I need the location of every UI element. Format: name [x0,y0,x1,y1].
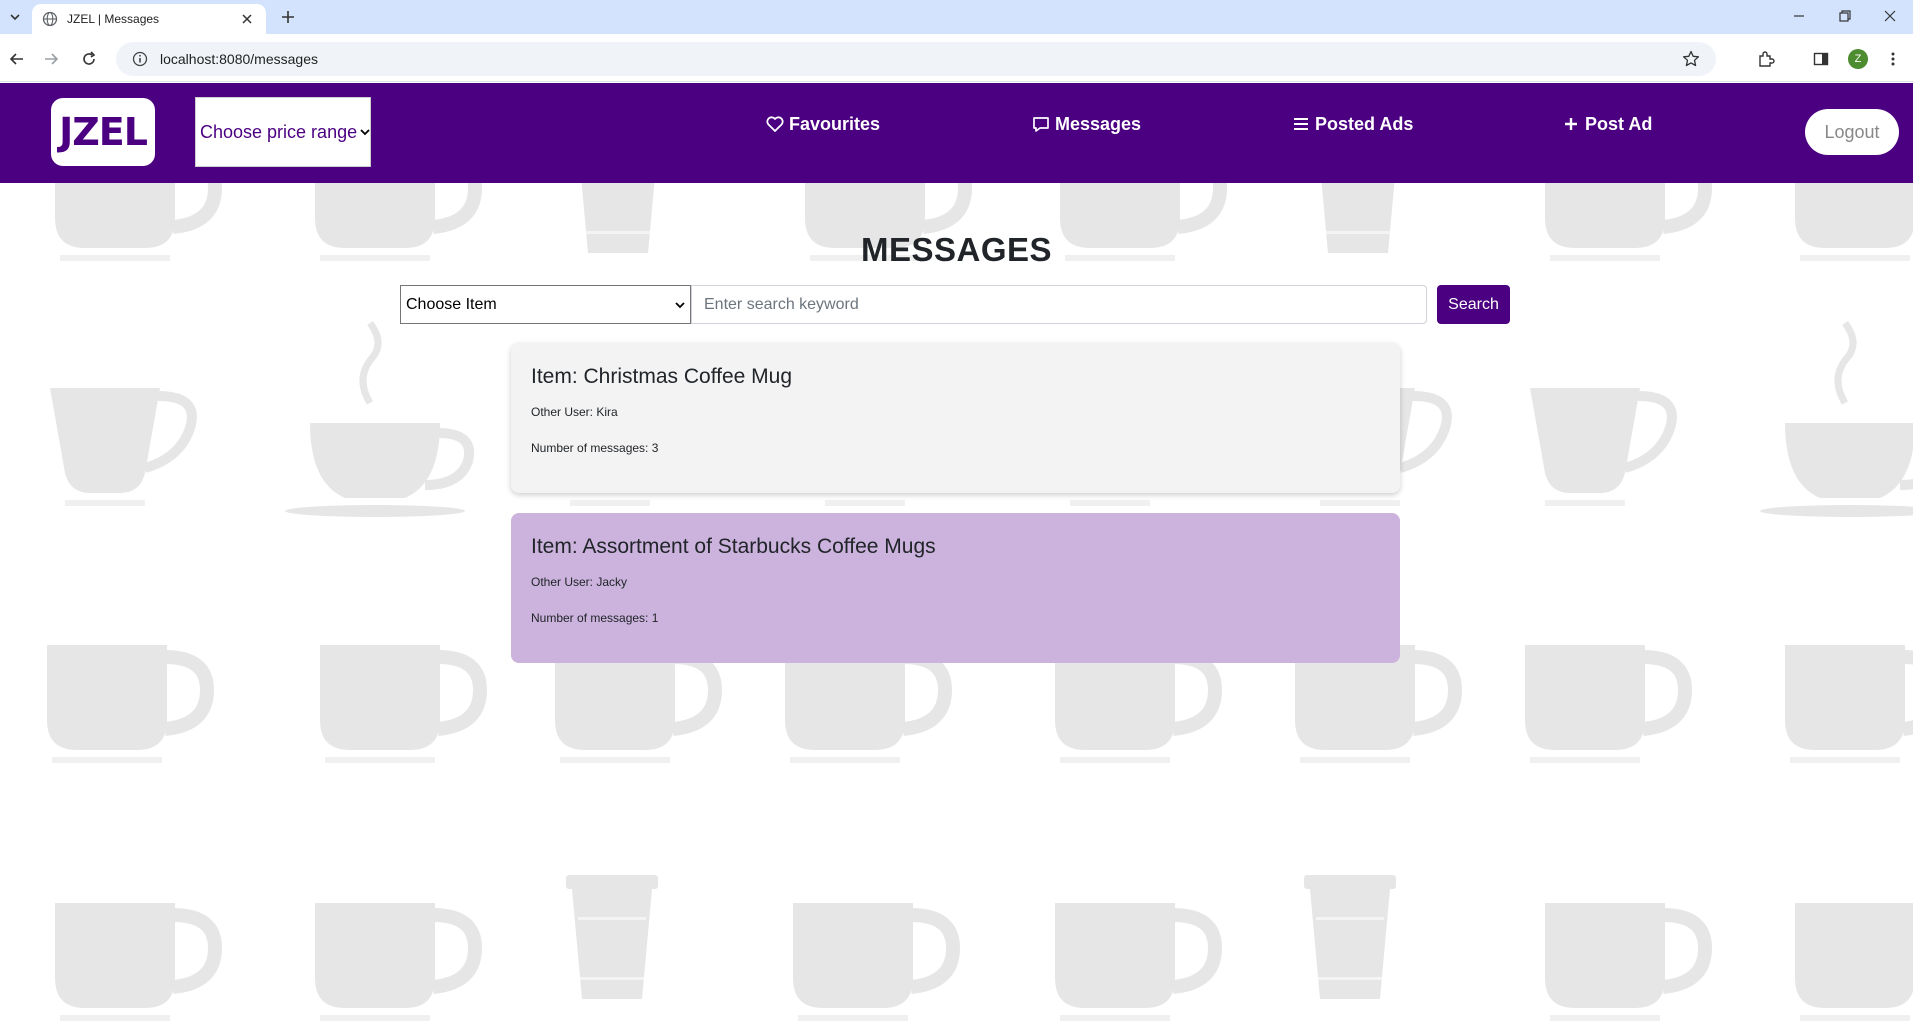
conversation-card-highlighted[interactable]: Item: Assortment of Starbucks Coffee Mug… [511,513,1400,663]
nav-posted-ads-label: Posted Ads [1315,113,1414,134]
bookmark-star-icon[interactable] [1680,48,1702,70]
list-icon [1291,114,1311,134]
nav-posted-ads[interactable]: Posted Ads [1291,112,1413,136]
nav-messages[interactable]: Messages [1031,112,1141,136]
chevron-down-icon [675,296,685,314]
item-select-value: Choose Item [406,295,497,313]
reload-icon[interactable] [76,46,102,72]
minimize-icon[interactable] [1785,4,1813,28]
search-button[interactable]: Search [1437,285,1510,324]
back-icon[interactable] [4,46,30,72]
extensions-icon[interactable] [1753,46,1779,72]
search-input[interactable]: Enter search keyword [691,285,1427,324]
site-navbar: JZEL Choose price range Favourites Messa… [0,83,1913,183]
window-close-icon[interactable] [1876,4,1904,28]
nav-favourites-label: Favourites [789,113,881,134]
conversation-other-user: Other User: Kira [531,405,618,419]
nav-post-ad[interactable]: Post Ad [1561,112,1652,136]
browser-tabstrip: JZEL | Messages [0,0,1913,34]
browser-toolbar: localhost:8080/messages Z [0,34,1913,82]
browser-tab[interactable]: JZEL | Messages [32,4,266,34]
chevron-down-icon [360,128,370,136]
nav-messages-label: Messages [1055,113,1142,134]
site-logo[interactable]: JZEL [51,98,155,166]
conversation-item-title: Item: Assortment of Starbucks Coffee Mug… [531,535,936,558]
new-tab-icon[interactable] [276,5,300,29]
address-bar[interactable]: localhost:8080/messages [116,42,1716,76]
tab-title: JZEL | Messages [67,12,160,26]
menu-dots-icon[interactable] [1880,46,1906,72]
side-panel-icon[interactable] [1808,46,1834,72]
globe-icon [42,11,58,27]
logout-button[interactable]: Logout [1805,109,1899,155]
page-viewport: JZEL Choose price range Favourites Messa… [0,83,1913,1035]
conversation-message-count: Number of messages: 1 [531,611,659,625]
close-icon[interactable] [238,10,256,28]
conversation-item-title: Item: Christmas Coffee Mug [531,365,793,388]
tab-search-icon[interactable] [4,6,26,28]
search-placeholder: Enter search keyword [704,295,859,313]
url-text: localhost:8080/messages [160,51,318,67]
item-select[interactable]: Choose Item [400,285,691,324]
restore-icon[interactable] [1831,4,1859,28]
forward-icon[interactable] [38,46,64,72]
conversation-other-user: Other User: Jacky [531,575,628,589]
plus-icon [1561,114,1581,134]
logo-text: JZEL [59,110,148,154]
profile-avatar[interactable]: Z [1848,49,1868,69]
page-title: MESSAGES [860,231,1053,268]
heart-icon [765,114,785,134]
nav-post-ad-label: Post Ad [1585,113,1653,134]
price-range-select[interactable]: Choose price range [195,97,371,167]
conversation-message-count: Number of messages: 3 [531,441,659,455]
price-range-value: Choose price range [200,121,358,142]
chat-bubble-icon [1031,114,1051,134]
conversation-card[interactable]: Item: Christmas Coffee Mug Other User: K… [511,343,1400,493]
site-info-icon[interactable] [130,49,150,69]
nav-favourites[interactable]: Favourites [765,112,880,136]
